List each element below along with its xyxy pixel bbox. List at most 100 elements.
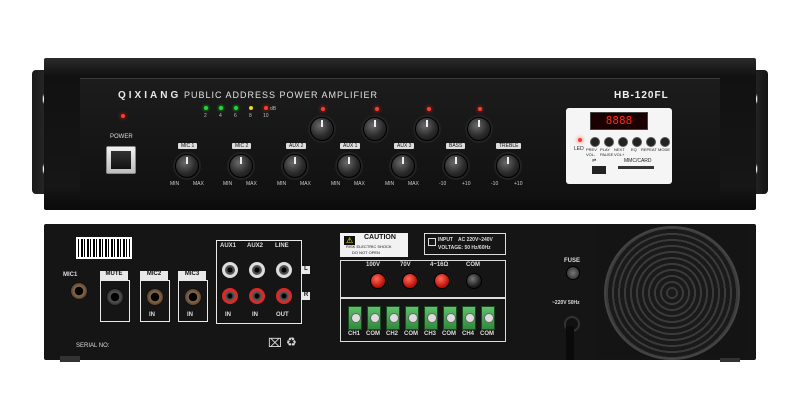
caution-line2: DO NOT OPEN [352, 250, 380, 255]
mic2-knob[interactable] [229, 154, 253, 178]
bass-min: -10 [439, 181, 447, 187]
fuse-holder[interactable] [566, 266, 580, 280]
mute-jack[interactable] [106, 288, 124, 306]
aux1-rca-right[interactable] [222, 288, 238, 304]
mic1-knob[interactable] [175, 154, 199, 178]
aux2-rca-right[interactable] [249, 288, 265, 304]
com2-terminal[interactable] [405, 306, 419, 330]
aux1-in-label: IN [225, 312, 231, 318]
caution-title: CAUTION [364, 234, 396, 241]
aux1-min: MIN [331, 181, 341, 187]
knob-label-aux3: AUX 3 [394, 143, 415, 149]
treble-min: -10 [491, 181, 499, 187]
bass-max: +10 [462, 181, 471, 187]
aux1-knob[interactable] [337, 154, 361, 178]
knob-label-mic1: MIC 1 [178, 143, 198, 149]
mp3-btn-label-2: PLAY PAUSE [600, 147, 614, 157]
mic3-jack[interactable] [184, 288, 202, 306]
aux2-max: MAX [300, 181, 311, 187]
power-switch[interactable] [106, 146, 136, 174]
mic2-max: MAX [246, 181, 257, 187]
mp3-led-label: LED [574, 146, 584, 152]
output-70v-terminal[interactable] [402, 273, 418, 289]
com4-terminal[interactable] [481, 306, 495, 330]
ch4-terminal[interactable] [462, 306, 476, 330]
mp3-play-button[interactable] [604, 137, 614, 147]
mic1-min: MIN [170, 181, 180, 187]
channel-led-3 [427, 107, 431, 111]
mp3-btn-label-5: REPEAT [641, 147, 657, 152]
output-4-16-terminal[interactable] [434, 273, 450, 289]
mic1-jack[interactable] [70, 282, 88, 300]
aux1-max: MAX [354, 181, 365, 187]
aux2-in-label: IN [252, 312, 258, 318]
recycle-icon: ♻ [286, 335, 297, 349]
mic2-jack[interactable] [146, 288, 164, 306]
aux2-knob[interactable] [283, 154, 307, 178]
power-spec-voltage: VOLTAGE: 50 Hz/60Hz [438, 245, 491, 251]
ch1-terminal[interactable] [348, 306, 362, 330]
ch4-label: CH4 [462, 331, 475, 337]
mp3-mode-button[interactable] [660, 137, 670, 147]
channel-led-2 [375, 107, 379, 111]
volume-knob-2[interactable] [363, 117, 387, 141]
aux2-min: MIN [277, 181, 287, 187]
fuse-label: FUSE [564, 258, 581, 264]
mp3-btn-label-6: MODE [658, 147, 670, 152]
output-com-terminal[interactable] [466, 273, 482, 289]
ch1-label: CH1 [348, 331, 361, 337]
weee-bin-icon: ⌧ [268, 336, 282, 350]
usb-port[interactable] [592, 166, 606, 174]
knob-label-bass: BASS [446, 143, 466, 149]
meter-led-1 [204, 106, 208, 110]
com1-label: COM [366, 331, 380, 337]
cooling-fan-icon [604, 226, 740, 360]
mains-label: ~220V 50Hz [552, 300, 580, 306]
mp3-led [578, 138, 582, 142]
mute-label: MUTE [100, 271, 128, 280]
card-label: MMC/CARD [624, 158, 652, 164]
output-70v-label: 70V [400, 262, 411, 268]
aux1-label: AUX1 [220, 243, 237, 249]
left-channel-label: L [302, 266, 310, 274]
line-rca-left[interactable] [276, 262, 292, 278]
mic2-min: MIN [223, 181, 233, 187]
treble-max: +10 [514, 181, 523, 187]
rear-foot-left [60, 356, 80, 362]
product-subtitle: PUBLIC ADDRESS POWER AMPLIFIER [184, 90, 379, 100]
mic3-label: MIC3 [178, 271, 206, 280]
mic1-label: MIC1 [63, 272, 78, 278]
volume-knob-1[interactable] [310, 117, 334, 141]
output-4-16-label: 4~16Ω [430, 262, 449, 268]
volume-knob-3[interactable] [415, 117, 439, 141]
aux1-rca-left[interactable] [222, 262, 238, 278]
brand-name: QIXIANG [118, 90, 182, 101]
treble-knob[interactable] [496, 154, 520, 178]
card-slot[interactable] [618, 166, 654, 169]
mp3-prev-button[interactable] [590, 137, 600, 147]
ch2-terminal[interactable] [386, 306, 400, 330]
line-label: LINE [275, 243, 289, 249]
output-100v-terminal[interactable] [370, 273, 386, 289]
com3-terminal[interactable] [443, 306, 457, 330]
volume-knob-4[interactable] [467, 117, 491, 141]
com1-terminal[interactable] [367, 306, 381, 330]
meter-label-1: 2 [204, 113, 207, 119]
meter-label-5: 10 [263, 113, 269, 119]
mp3-eq-button[interactable] [632, 137, 642, 147]
ch3-terminal[interactable] [424, 306, 438, 330]
aux2-rca-left[interactable] [249, 262, 265, 278]
mp3-btn-label-3: NEXT VOL+ [614, 147, 625, 157]
aux3-max: MAX [408, 181, 419, 187]
com4-label: COM [480, 331, 494, 337]
mp3-next-button[interactable] [618, 137, 628, 147]
bass-knob[interactable] [444, 154, 468, 178]
aux3-knob[interactable] [391, 154, 415, 178]
meter-db-label: dB [270, 106, 277, 112]
meter-led-3 [234, 106, 238, 110]
meter-led-4 [249, 106, 253, 110]
line-rca-right[interactable] [276, 288, 292, 304]
mp3-repeat-button[interactable] [646, 137, 656, 147]
barcode-icon [76, 237, 132, 259]
ch3-label: CH3 [424, 331, 437, 337]
